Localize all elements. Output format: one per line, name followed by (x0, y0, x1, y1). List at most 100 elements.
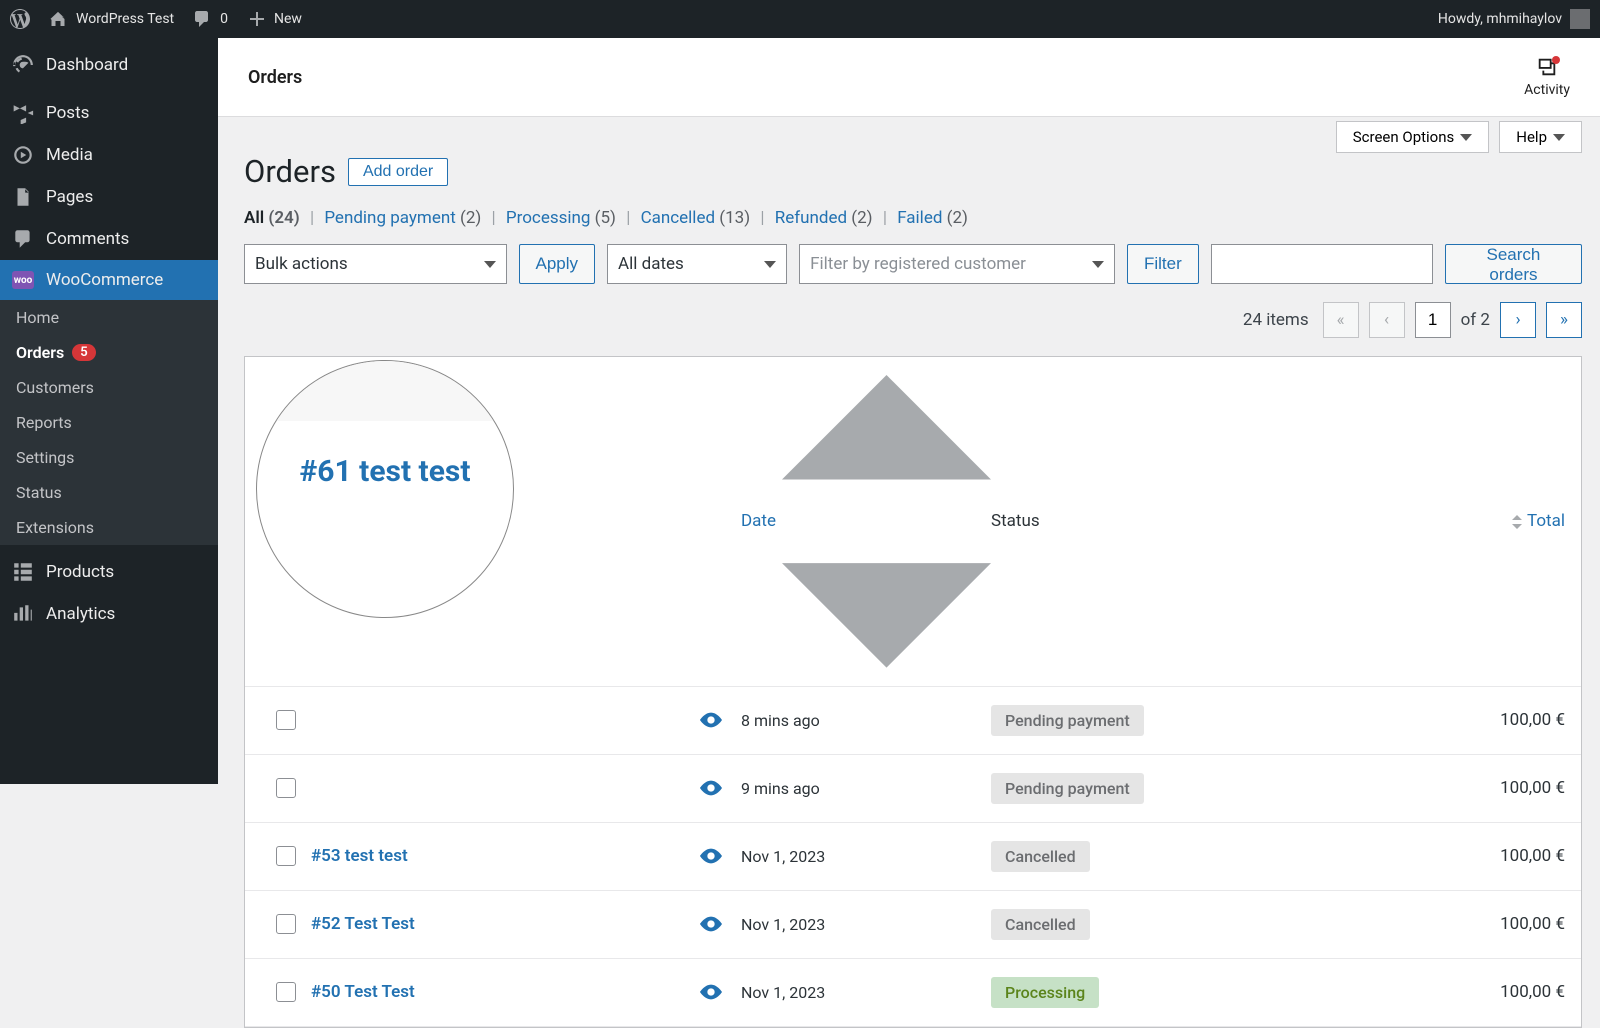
wp-logo[interactable] (10, 9, 30, 29)
status-badge: Cancelled (991, 841, 1090, 872)
filter-all[interactable]: All (24) (244, 208, 300, 228)
woo-submenu: Home Orders 5 Customers Reports Settings… (0, 300, 218, 545)
sort-icon (782, 375, 991, 668)
first-page-button[interactable]: « (1323, 302, 1359, 338)
site-home[interactable]: WordPress Test (48, 9, 174, 29)
status-badge: Pending payment (991, 705, 1144, 736)
activity-button[interactable]: Activity (1524, 56, 1570, 98)
row-checkbox[interactable] (276, 914, 296, 934)
bulk-actions-select[interactable]: Bulk actions (244, 244, 507, 284)
table-row: #52 Test Test Nov 1, 2023 Cancelled 100,… (245, 891, 1581, 959)
menu-pages[interactable]: Pages (0, 176, 218, 218)
chevron-down-icon (1553, 134, 1565, 141)
add-order-button[interactable]: Add order (348, 158, 448, 186)
date-filter-select[interactable]: All dates (607, 244, 787, 284)
account-menu[interactable]: Howdy, mhmihaylov (1438, 9, 1590, 29)
filter-refunded[interactable]: Refunded (775, 208, 847, 228)
menu-label: Comments (46, 229, 129, 249)
menu-label: Media (46, 145, 93, 165)
table-row: 9 mins ago Pending payment 100,00 € (245, 755, 1581, 823)
order-date: Nov 1, 2023 (741, 847, 991, 866)
table-row: #53 test test Nov 1, 2023 Cancelled 100,… (245, 823, 1581, 891)
status-filters: All (24) | Pending payment (2) | Process… (244, 208, 1582, 228)
sort-icon (1511, 515, 1523, 529)
menu-posts[interactable]: Posts (0, 92, 218, 134)
current-page-input[interactable] (1415, 302, 1451, 338)
howdy-text: Howdy, mhmihaylov (1438, 11, 1562, 27)
customer-filter-select[interactable]: Filter by registered customer (799, 244, 1115, 284)
comments-count: 0 (220, 11, 228, 27)
search-orders-button[interactable]: Search orders (1445, 244, 1582, 284)
submenu-orders[interactable]: Orders 5 (0, 335, 218, 370)
preview-button[interactable] (681, 916, 741, 932)
apply-button[interactable]: Apply (519, 244, 596, 284)
order-date: 8 mins ago (741, 711, 991, 730)
orders-heading: Orders (244, 153, 336, 190)
filter-cancelled[interactable]: Cancelled (641, 208, 715, 228)
status-badge: Processing (991, 977, 1099, 1008)
woo-icon: woo (12, 271, 34, 289)
preview-button[interactable] (681, 848, 741, 864)
status-badge: Pending payment (991, 773, 1144, 804)
page-of-label: of 2 (1461, 310, 1490, 330)
next-page-button[interactable]: › (1500, 302, 1536, 338)
order-link[interactable]: #53 test test (311, 846, 408, 866)
order-link[interactable]: #52 Test Test (311, 914, 415, 934)
admin-bar: WordPress Test 0 New Howdy, mhmihaylov (0, 0, 1600, 38)
submenu-extensions[interactable]: Extensions (0, 510, 218, 545)
col-status: Status (991, 511, 1391, 531)
order-total: 100,00 € (1391, 914, 1565, 934)
order-link[interactable]: #50 Test Test (311, 982, 415, 1002)
preview-button[interactable] (681, 984, 741, 1000)
filter-failed[interactable]: Failed (897, 208, 942, 228)
search-input[interactable] (1211, 244, 1433, 284)
filter-processing[interactable]: Processing (506, 208, 591, 228)
page-header: Orders Activity (218, 38, 1600, 117)
submenu-reports[interactable]: Reports (0, 405, 218, 440)
submenu-customers[interactable]: Customers (0, 370, 218, 405)
col-date[interactable]: Date (741, 375, 991, 668)
preview-button[interactable] (681, 712, 741, 728)
menu-woocommerce[interactable]: woo WooCommerce (0, 260, 218, 300)
submenu-home[interactable]: Home (0, 300, 218, 335)
filter-pending[interactable]: Pending payment (324, 208, 455, 228)
menu-label: Analytics (46, 604, 115, 624)
menu-analytics[interactable]: Analytics (0, 593, 218, 635)
order-date: Nov 1, 2023 (741, 915, 991, 934)
comments-link[interactable]: 0 (192, 9, 228, 29)
order-date: Nov 1, 2023 (741, 983, 991, 1002)
chevron-down-icon (484, 261, 496, 268)
admin-sidebar: Dashboard Posts Media Pages Comments woo… (0, 38, 218, 784)
submenu-settings[interactable]: Settings (0, 440, 218, 475)
site-name: WordPress Test (76, 11, 174, 27)
row-checkbox[interactable] (276, 710, 296, 730)
new-label: New (274, 11, 302, 27)
preview-button[interactable] (681, 780, 741, 796)
help-tab[interactable]: Help (1499, 121, 1582, 153)
order-total: 100,00 € (1391, 982, 1565, 1002)
menu-products[interactable]: Products (0, 551, 218, 593)
table-row: 8 mins ago Pending payment 100,00 € (245, 687, 1581, 755)
menu-media[interactable]: Media (0, 134, 218, 176)
page-title: Orders (248, 67, 302, 88)
row-checkbox[interactable] (276, 846, 296, 866)
col-total[interactable]: Total (1391, 511, 1565, 531)
order-total: 100,00 € (1391, 778, 1565, 798)
order-total: 100,00 € (1391, 846, 1565, 866)
filter-button[interactable]: Filter (1127, 244, 1199, 284)
pagination: 24 items « ‹ of 2 › » (244, 302, 1582, 338)
status-badge: Cancelled (991, 909, 1090, 940)
row-checkbox[interactable] (276, 778, 296, 798)
menu-label: Dashboard (46, 55, 128, 75)
prev-page-button[interactable]: ‹ (1369, 302, 1405, 338)
menu-comments[interactable]: Comments (0, 218, 218, 260)
new-link[interactable]: New (246, 9, 302, 29)
menu-dashboard[interactable]: Dashboard (0, 44, 218, 86)
screen-options-tab[interactable]: Screen Options (1336, 121, 1490, 153)
last-page-button[interactable]: » (1546, 302, 1582, 338)
orders-badge: 5 (72, 344, 95, 361)
chevron-down-icon (764, 261, 776, 268)
row-checkbox[interactable] (276, 982, 296, 1002)
table-row: #50 Test Test Nov 1, 2023 Processing 100… (245, 959, 1581, 1027)
submenu-status[interactable]: Status (0, 475, 218, 510)
